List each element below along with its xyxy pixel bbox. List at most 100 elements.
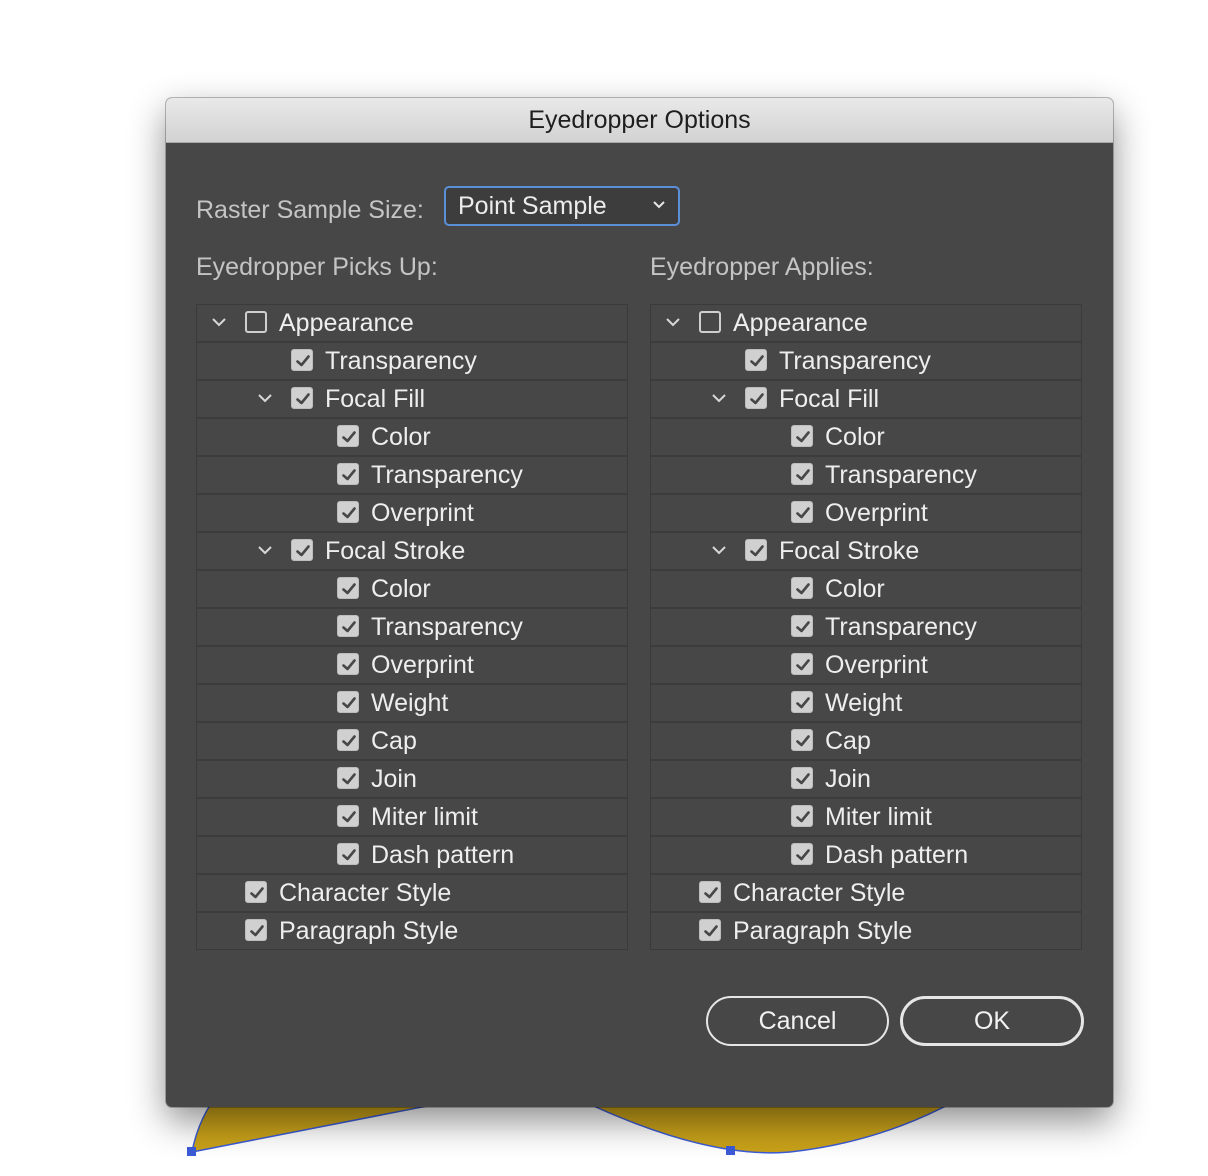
applies-fill-color-label: Color: [825, 423, 885, 451]
chevron-down-icon[interactable]: [711, 392, 727, 404]
checkmark-icon: [296, 393, 310, 405]
applies-focal-stroke-checkbox[interactable]: [745, 539, 767, 561]
applies-character-style-checkbox[interactable]: [699, 881, 721, 903]
applies-stroke-overprint-checkbox[interactable]: [791, 653, 813, 675]
picks-fill-overprint-checkbox[interactable]: [337, 501, 359, 523]
applies-row-stroke-overprint: Overprint: [651, 647, 1081, 685]
chevron-down-icon[interactable]: [665, 316, 681, 328]
applies-list: Appearance Transparency Focal Fill Color Tra…: [650, 304, 1082, 950]
applies-fill-transparency-checkbox[interactable]: [791, 463, 813, 485]
picks-character-style-checkbox[interactable]: [245, 881, 267, 903]
applies-fill-transparency-label: Transparency: [825, 461, 977, 489]
chevron-down-icon[interactable]: [711, 544, 727, 556]
applies-fill-overprint-checkbox[interactable]: [791, 501, 813, 523]
applies-stroke-dash-pattern-label: Dash pattern: [825, 841, 969, 869]
applies-row-focal-stroke: Focal Stroke: [651, 533, 1081, 571]
applies-row-fill-overprint: Overprint: [651, 495, 1081, 533]
applies-stroke-weight-checkbox[interactable]: [791, 691, 813, 713]
picks-focal-fill-checkbox[interactable]: [291, 387, 313, 409]
picks-focal-stroke-checkbox[interactable]: [291, 539, 313, 561]
checkmark-icon: [796, 583, 810, 595]
picks-stroke-overprint-label: Overprint: [371, 651, 474, 679]
chevron-down-icon[interactable]: [257, 392, 273, 404]
applies-stroke-join-checkbox[interactable]: [791, 767, 813, 789]
applies-heading: Eyedropper Applies:: [650, 253, 874, 281]
applies-row-character-style: Character Style: [651, 875, 1081, 913]
chevron-down-icon: [653, 201, 665, 209]
picks-stroke-weight-checkbox[interactable]: [337, 691, 359, 713]
checkmark-icon: [704, 887, 718, 899]
picks-row-fill-transparency: Transparency: [197, 457, 627, 495]
applies-stroke-dash-pattern-checkbox[interactable]: [791, 843, 813, 865]
checkmark-icon: [296, 355, 310, 367]
picks-row-stroke-weight: Weight: [197, 685, 627, 723]
checkmark-icon: [342, 811, 356, 823]
chevron-down-icon[interactable]: [257, 544, 273, 556]
checkmark-icon: [342, 583, 356, 595]
applies-row-stroke-color: Color: [651, 571, 1081, 609]
picks-appearance-transparency-label: Transparency: [325, 347, 477, 375]
applies-stroke-transparency-checkbox[interactable]: [791, 615, 813, 637]
picks-appearance-label: Appearance: [279, 309, 414, 337]
applies-row-stroke-join: Join: [651, 761, 1081, 799]
applies-row-focal-fill: Focal Fill: [651, 381, 1081, 419]
applies-paragraph-style-checkbox[interactable]: [699, 919, 721, 941]
applies-appearance-transparency-checkbox[interactable]: [745, 349, 767, 371]
picks-fill-overprint-label: Overprint: [371, 499, 474, 527]
picks-fill-color-label: Color: [371, 423, 431, 451]
applies-stroke-miter-limit-checkbox[interactable]: [791, 805, 813, 827]
picks-fill-color-checkbox[interactable]: [337, 425, 359, 447]
applies-row-stroke-transparency: Transparency: [651, 609, 1081, 647]
checkmark-icon: [342, 431, 356, 443]
picks-stroke-miter-limit-label: Miter limit: [371, 803, 478, 831]
checkmark-icon: [796, 507, 810, 519]
applies-stroke-join-label: Join: [825, 765, 871, 793]
applies-stroke-transparency-label: Transparency: [825, 613, 977, 641]
checkmark-icon: [704, 925, 718, 937]
checkmark-icon: [342, 849, 356, 861]
applies-stroke-cap-checkbox[interactable]: [791, 729, 813, 751]
picks-row-stroke-cap: Cap: [197, 723, 627, 761]
chevron-down-icon[interactable]: [211, 316, 227, 328]
picks-stroke-overprint-checkbox[interactable]: [337, 653, 359, 675]
applies-appearance-checkbox[interactable]: [699, 311, 721, 333]
picks-stroke-transparency-label: Transparency: [371, 613, 523, 641]
picks-stroke-join-label: Join: [371, 765, 417, 793]
raster-sample-size-value: Point Sample: [458, 192, 607, 220]
applies-fill-color-checkbox[interactable]: [791, 425, 813, 447]
picks-character-style-label: Character Style: [279, 879, 452, 907]
picks-paragraph-style-checkbox[interactable]: [245, 919, 267, 941]
ok-button[interactable]: OK: [900, 996, 1084, 1046]
checkmark-icon: [342, 621, 356, 633]
picks-stroke-cap-checkbox[interactable]: [337, 729, 359, 751]
applies-stroke-color-checkbox[interactable]: [791, 577, 813, 599]
checkmark-icon: [750, 393, 764, 405]
picks-appearance-transparency-checkbox[interactable]: [291, 349, 313, 371]
applies-appearance-transparency-label: Transparency: [779, 347, 931, 375]
picks-stroke-transparency-checkbox[interactable]: [337, 615, 359, 637]
applies-stroke-color-label: Color: [825, 575, 885, 603]
picks-appearance-checkbox[interactable]: [245, 311, 267, 333]
picks-row-stroke-color: Color: [197, 571, 627, 609]
picks-row-character-style: Character Style: [197, 875, 627, 913]
picks-row-fill-color: Color: [197, 419, 627, 457]
picks-focal-stroke-label: Focal Stroke: [325, 537, 466, 565]
checkmark-icon: [750, 355, 764, 367]
cancel-button[interactable]: Cancel: [706, 996, 889, 1046]
applies-focal-stroke-label: Focal Stroke: [779, 537, 920, 565]
picks-stroke-miter-limit-checkbox[interactable]: [337, 805, 359, 827]
picks-stroke-color-checkbox[interactable]: [337, 577, 359, 599]
applies-row-appearance: Appearance: [651, 305, 1081, 343]
picks-fill-transparency-label: Transparency: [371, 461, 523, 489]
checkmark-icon: [796, 469, 810, 481]
picks-stroke-join-checkbox[interactable]: [337, 767, 359, 789]
picks-row-appearance-transparency: Transparency: [197, 343, 627, 381]
applies-stroke-weight-label: Weight: [825, 689, 903, 717]
selection-handle: [726, 1146, 735, 1155]
raster-sample-size-dropdown[interactable]: Point Sample: [444, 186, 680, 226]
applies-paragraph-style-label: Paragraph Style: [733, 917, 913, 945]
picks-stroke-dash-pattern-checkbox[interactable]: [337, 843, 359, 865]
picks-fill-transparency-checkbox[interactable]: [337, 463, 359, 485]
applies-focal-fill-checkbox[interactable]: [745, 387, 767, 409]
applies-row-stroke-cap: Cap: [651, 723, 1081, 761]
